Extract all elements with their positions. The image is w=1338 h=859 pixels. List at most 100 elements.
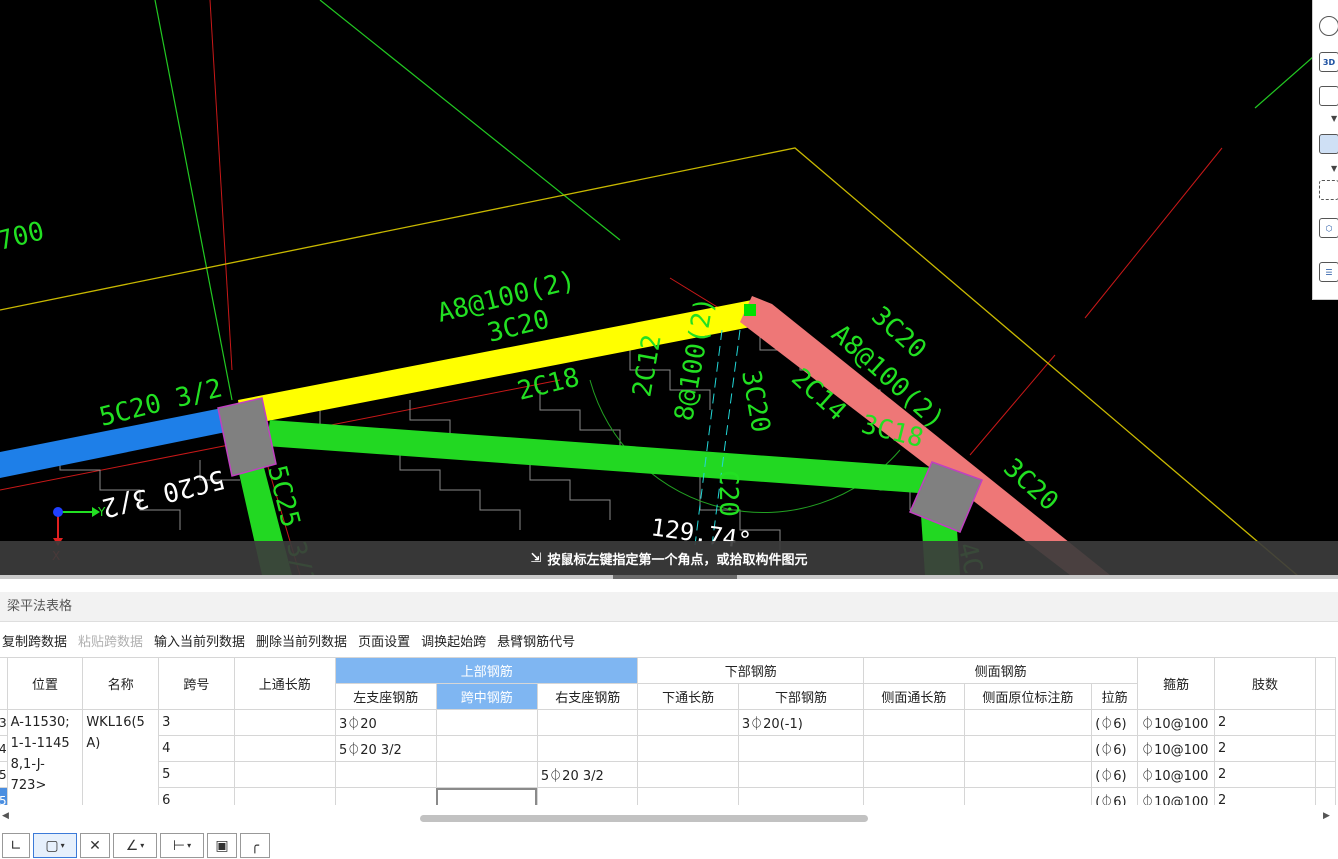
col-left-support[interactable]: 左支座钢筋	[334, 683, 437, 710]
beam-green-horizontal[interactable]	[266, 420, 935, 494]
cell-extra[interactable]	[1315, 735, 1336, 762]
horizontal-scrollbar[interactable]: ◀ ▶	[0, 811, 1338, 825]
3d-view-button[interactable]: 3D	[1319, 52, 1338, 72]
corner-dim-icon[interactable]: ∟	[2, 833, 30, 858]
cell-name[interactable]: WKL16(5 A)	[82, 709, 160, 805]
cross-icon[interactable]: ✕	[80, 833, 110, 858]
cell-span[interactable]: 6	[158, 787, 235, 805]
table-row[interactable]: 4 4 5⏀20 3/2 (⏀6) ⏀10@100 2	[0, 735, 1336, 762]
cell-side-original[interactable]	[963, 787, 1093, 805]
curve-icon[interactable]: ╭	[240, 833, 270, 858]
cell-mid-span[interactable]	[435, 709, 538, 736]
row-marker[interactable]: 4	[0, 735, 8, 762]
list-icon[interactable]: ☰	[1319, 262, 1338, 282]
chevron-down-icon[interactable]: ▾	[140, 841, 144, 850]
cell-left-support[interactable]: 3⏀20	[334, 709, 437, 736]
cell-tie[interactable]: (⏀6)	[1091, 761, 1139, 788]
cell-span[interactable]: 5	[158, 761, 235, 788]
cell-right-support[interactable]	[536, 787, 639, 805]
cell-legs[interactable]: 2	[1214, 709, 1317, 736]
rect-select-button[interactable]: ▢ ▾	[33, 833, 77, 858]
cell-extra[interactable]	[1315, 709, 1336, 736]
cell-right-support[interactable]	[536, 709, 639, 736]
cell-stirrup[interactable]: ⏀10@100	[1137, 709, 1216, 736]
col-span[interactable]: 跨号	[158, 657, 235, 710]
col-legs[interactable]: 肢数	[1214, 657, 1317, 710]
col-top-through[interactable]: 上通长筋	[233, 657, 336, 710]
table-row[interactable]: 3 A-11530; 1-1-1145 8,1-J-723> WKL16(5 A…	[0, 709, 1336, 805]
col-name[interactable]: 名称	[82, 657, 160, 710]
col-tie[interactable]: 拉筋	[1091, 683, 1139, 710]
cube-icon[interactable]: ⬡	[1319, 218, 1338, 238]
row-marker[interactable]: 3	[0, 709, 8, 736]
cell-top-through[interactable]	[233, 787, 336, 805]
cell-bottom-rebar[interactable]	[737, 761, 865, 788]
cell-mid-span[interactable]	[435, 735, 538, 762]
cell-extra[interactable]	[1315, 761, 1336, 788]
cell-left-support[interactable]	[334, 761, 437, 788]
cell-top-through[interactable]	[233, 761, 336, 788]
chevron-down-icon[interactable]: ▼	[1331, 114, 1337, 123]
beam-grip-point[interactable]	[744, 304, 756, 316]
scroll-left-icon[interactable]: ◀	[2, 811, 9, 821]
cell-mid-span-selected[interactable]	[435, 787, 538, 805]
col-group-bottom-rebar[interactable]: 下部钢筋	[637, 657, 865, 684]
cell-side-original[interactable]	[963, 761, 1093, 788]
chevron-down-icon[interactable]: ▾	[187, 841, 191, 850]
cell-span[interactable]: 3	[158, 709, 235, 736]
chevron-down-icon[interactable]: ▾	[61, 841, 65, 850]
angle-button[interactable]: ∠ ▾	[113, 833, 157, 858]
cell-left-support[interactable]: 5⏀20 3/2	[334, 735, 437, 762]
cell-top-through[interactable]	[233, 709, 336, 736]
table-row[interactable]: 5 6 (⏀6) ⏀10@100 2	[0, 787, 1336, 805]
cell-bottom-rebar[interactable]: 3⏀20(-1)	[737, 709, 865, 736]
cell-stirrup[interactable]: ⏀10@100	[1137, 735, 1216, 762]
orbit-icon[interactable]	[1319, 16, 1338, 36]
table-row[interactable]: 5 5 5⏀20 3/2 (⏀6) ⏀10@100 2	[0, 761, 1336, 788]
page-setup-button[interactable]: 页面设置	[356, 631, 413, 650]
cell-tie[interactable]: (⏀6)	[1091, 735, 1139, 762]
cell-legs[interactable]: 2	[1214, 761, 1317, 788]
col-mid-span[interactable]: 跨中钢筋	[435, 683, 538, 710]
cell-position[interactable]: A-11530; 1-1-1145 8,1-J-723>	[6, 709, 84, 805]
cell-legs[interactable]: 2	[1214, 787, 1317, 805]
col-bottom-rebar[interactable]: 下部钢筋	[737, 683, 865, 710]
region-select-icon[interactable]	[1319, 180, 1338, 200]
scrollbar-thumb[interactable]	[420, 815, 868, 822]
cell-extra[interactable]	[1315, 787, 1336, 805]
cell-side-through[interactable]	[863, 787, 965, 805]
insert-button[interactable]: ⊢ ▾	[160, 833, 204, 858]
col-group-top-rebar[interactable]: 上部钢筋	[334, 657, 639, 684]
cell-tie[interactable]: (⏀6)	[1091, 709, 1139, 736]
col-position[interactable]: 位置	[6, 657, 84, 710]
scroll-right-icon[interactable]: ▶	[1323, 811, 1330, 821]
cell-stirrup[interactable]: ⏀10@100	[1137, 787, 1216, 805]
col-stirrup[interactable]: 箍筋	[1137, 657, 1216, 710]
cell-bottom-through[interactable]	[637, 735, 739, 762]
col-side-through[interactable]: 侧面通长筋	[863, 683, 965, 710]
cantilever-code-button[interactable]: 悬臂钢筋代号	[495, 631, 578, 650]
cell-bottom-through[interactable]	[637, 761, 739, 788]
row-marker-current[interactable]: 5	[0, 787, 8, 805]
cell-bottom-through[interactable]	[637, 787, 739, 805]
view-box-icon[interactable]	[1319, 86, 1338, 106]
cell-right-support[interactable]: 5⏀20 3/2	[536, 761, 639, 788]
copy-screen-icon[interactable]: ▣	[207, 833, 237, 858]
cell-bottom-rebar[interactable]	[737, 735, 865, 762]
col-right-support[interactable]: 右支座钢筋	[536, 683, 639, 710]
delete-column-data-button[interactable]: 删除当前列数据	[254, 631, 350, 650]
cell-bottom-rebar[interactable]	[737, 787, 865, 805]
cell-span[interactable]: 4	[158, 735, 235, 762]
row-marker[interactable]: 5	[0, 761, 8, 788]
col-group-side-rebar[interactable]: 侧面钢筋	[863, 657, 1139, 684]
cell-side-through[interactable]	[863, 709, 965, 736]
col-side-original[interactable]: 侧面原位标注筋	[963, 683, 1093, 710]
cell-tie[interactable]: (⏀6)	[1091, 787, 1139, 805]
cell-top-through[interactable]	[233, 735, 336, 762]
input-column-data-button[interactable]: 输入当前列数据	[152, 631, 248, 650]
cell-side-through[interactable]	[863, 761, 965, 788]
cell-side-original[interactable]	[963, 709, 1093, 736]
chevron-down-icon[interactable]: ▼	[1331, 164, 1337, 173]
col-bottom-through[interactable]: 下通长筋	[637, 683, 739, 710]
cell-legs[interactable]: 2	[1214, 735, 1317, 762]
